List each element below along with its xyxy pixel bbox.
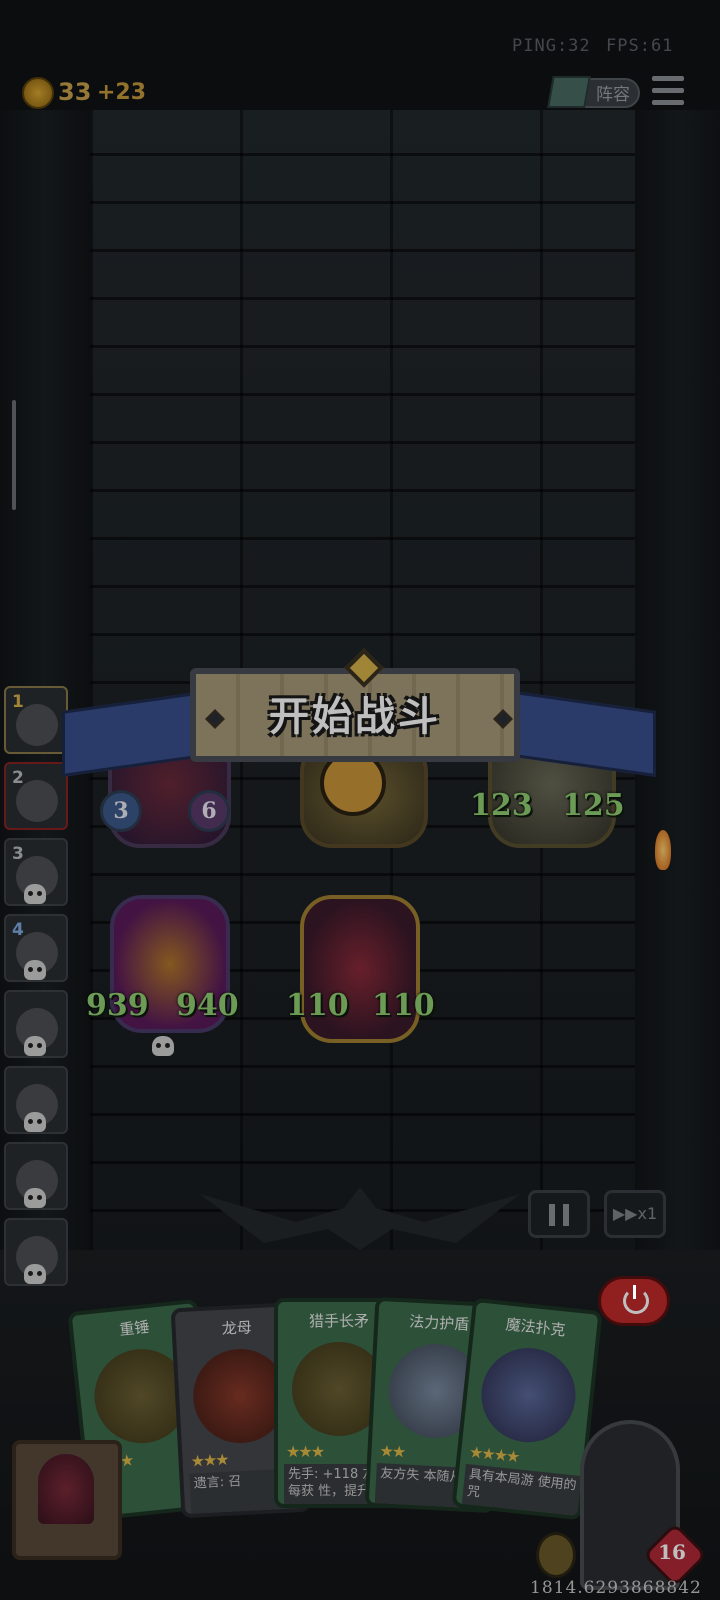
ping-readout: PING:32 [512,36,591,56]
queue-slot-1[interactable]: 1 [4,686,68,754]
skull-icon [24,1036,46,1056]
gold-amount: 33 [58,78,92,106]
gold-coin-icon [22,77,54,109]
ally-dragon-health: 940 [176,988,239,1023]
queue-slot-6[interactable] [4,1066,68,1134]
unit-portrait [16,704,58,746]
fast-forward-icon: ▶▶ [612,1204,638,1223]
start-battle-title: 开始战斗 [269,694,441,740]
scroll-indicator[interactable] [12,400,16,510]
power-button[interactable] [598,1276,670,1326]
queue-slot-2[interactable]: 2 [4,762,68,830]
enemy-right-health: 125 [562,788,625,823]
speed-label: x1 [637,1204,658,1223]
queue-slot-7[interactable] [4,1142,68,1210]
queue-slot-5[interactable] [4,990,68,1058]
ally-clown-attack: 110 [286,988,349,1023]
enemy-left-stat-left: 3 [100,790,142,832]
skull-icon [24,1112,46,1132]
magic-poker-icon [476,1343,581,1447]
pause-button[interactable] [528,1190,590,1238]
card-stars: ★★★ [286,1442,325,1461]
torch-flame [655,830,671,870]
enemy-left-stat-right: 6 [188,790,230,832]
skull-icon [24,960,46,980]
player-health: 16 [658,1540,686,1564]
card-stars: ★★ [379,1441,405,1462]
unit-portrait [16,780,58,822]
deck-icon [38,1454,94,1524]
card-name: 魔法扑克 [504,1315,567,1340]
gold-income: +23 [97,80,147,105]
pause-icon [549,1203,569,1226]
menu-icon [652,76,684,81]
queue-slot-3[interactable]: 3 [4,838,68,906]
skull-icon [152,1036,174,1056]
right-pillar [635,110,720,1270]
fps-readout: FPS:61 [606,36,674,56]
skull-icon [24,1188,46,1208]
skull-icon [24,884,46,904]
card-stars: ★★★ [190,1449,229,1471]
skull-icon [24,1264,46,1284]
speed-button[interactable]: ▶▶x1 [604,1190,666,1238]
bell-icon [536,1532,576,1578]
ally-clown-health: 110 [372,988,435,1023]
enemy-right-attack: 123 [470,788,533,823]
card-stars: ★★★★ [468,1442,520,1467]
queue-slot-4[interactable]: 4 [4,914,68,982]
ally-dragon-attack: 939 [86,988,149,1023]
menu-icon-line [652,88,684,93]
queue-slot-8[interactable] [4,1218,68,1286]
deck-chest[interactable] [12,1440,122,1560]
lineup-label: 阵容 [596,85,630,105]
book-icon [547,76,591,108]
coordinate-readout: 1814.6293868842 [530,1578,702,1598]
menu-icon-line [652,100,684,105]
